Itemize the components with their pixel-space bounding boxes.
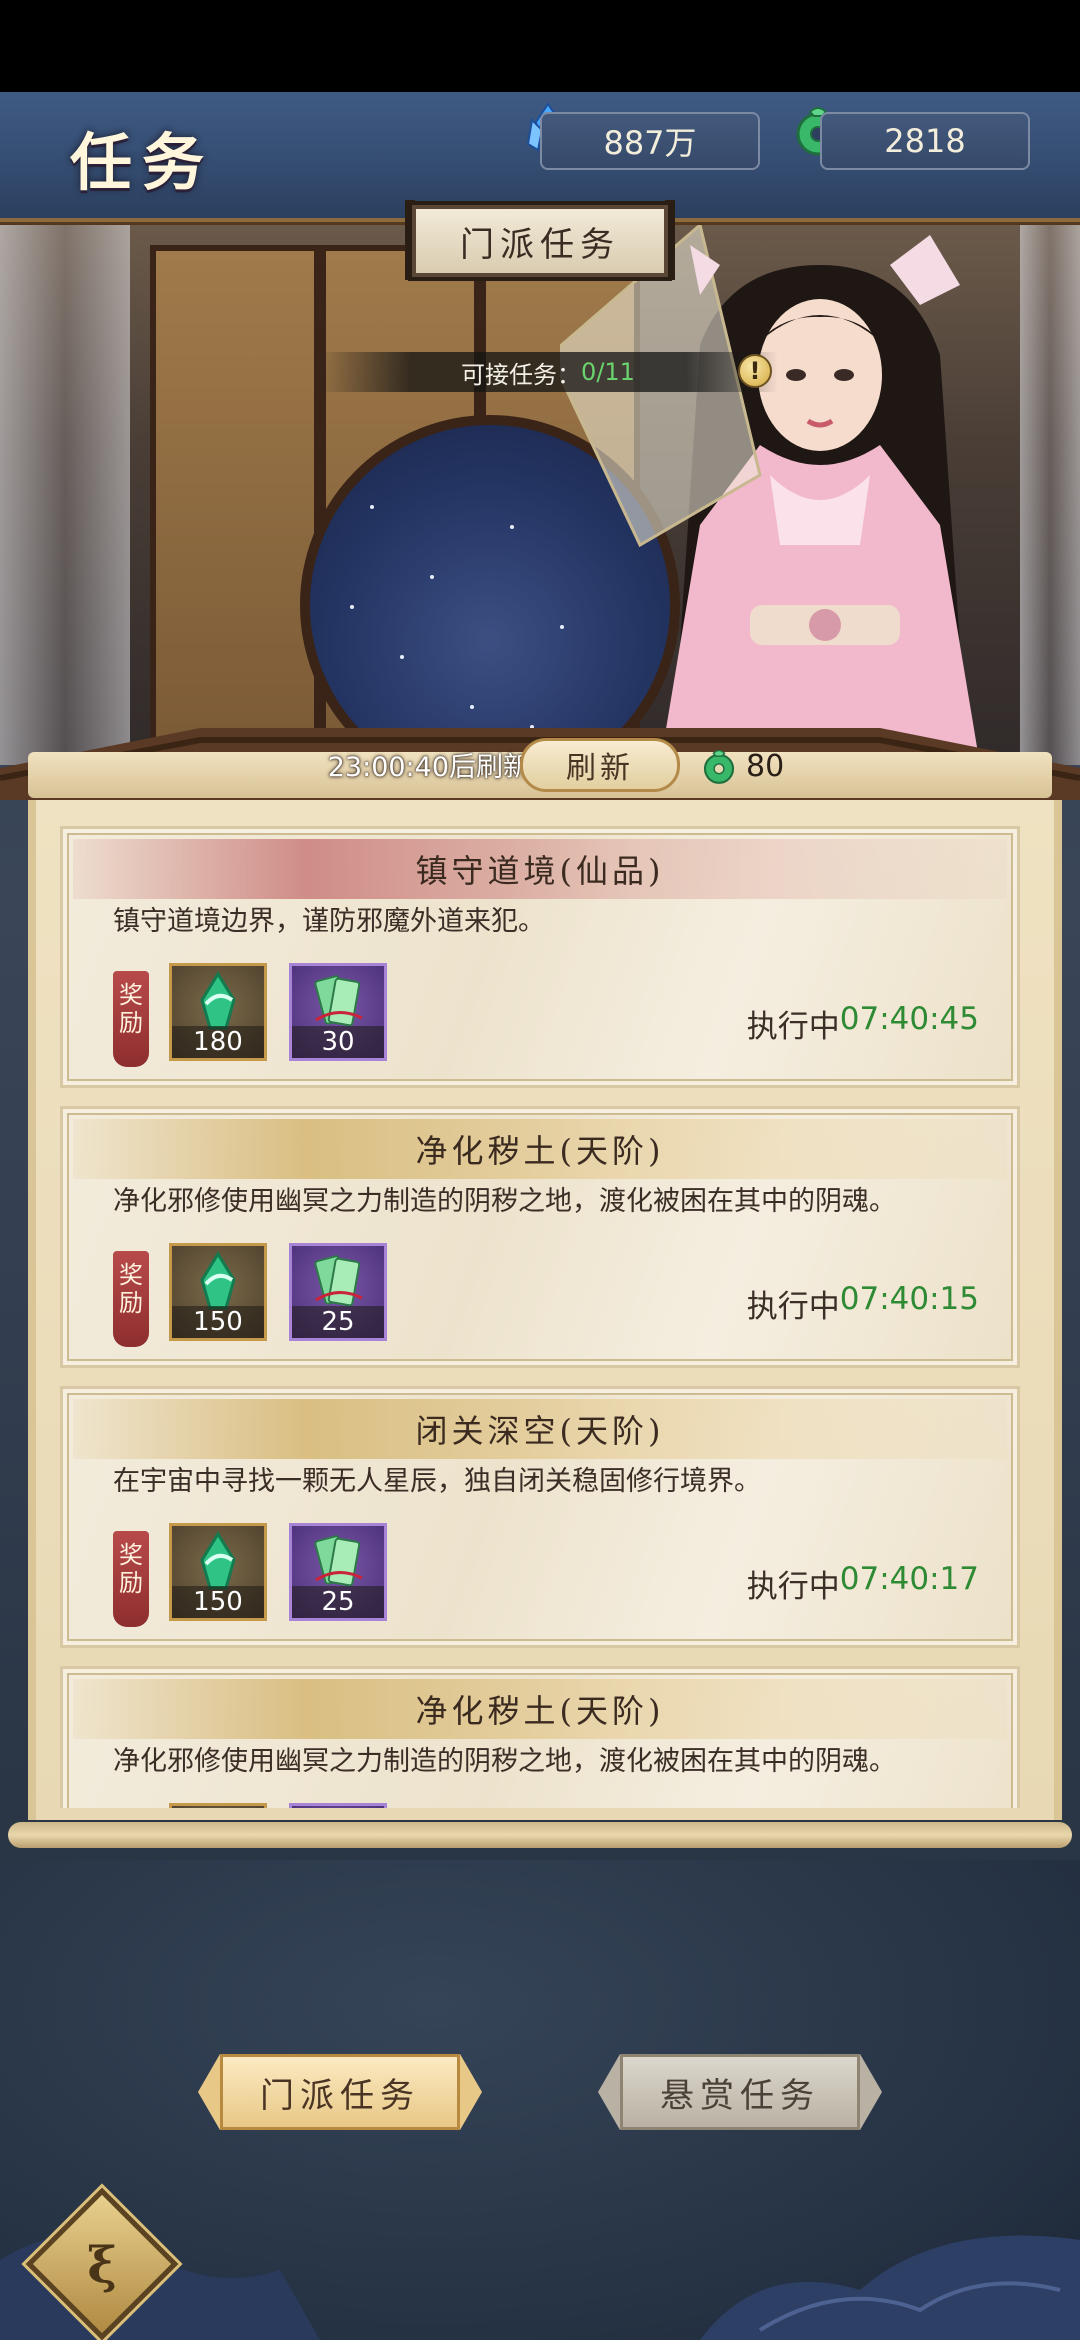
- refresh-cost: 80: [746, 748, 785, 784]
- folding-screen-panel: [150, 245, 320, 765]
- refresh-countdown-text: 23:00:40后刷新: [327, 751, 530, 783]
- info-icon[interactable]: !: [738, 354, 772, 388]
- jade-amount: 2818: [884, 122, 966, 160]
- purple-talisman-icon: [314, 1255, 363, 1307]
- task-status: 执行中 07:40:45: [747, 1001, 979, 1046]
- tab-bounty-tasks[interactable]: 悬赏任务: [598, 2054, 882, 2130]
- gem-amount: 887万: [603, 124, 697, 162]
- reward-item[interactable]: 30: [289, 963, 387, 1061]
- task-timer: 07:40:45: [839, 1001, 979, 1037]
- green-spirit-stone-icon: [200, 971, 236, 1030]
- task-card[interactable]: 镇守道境(仙品) 镇守道境边界，谨防邪魔外道来犯。 奖励 180 30 执行中 …: [60, 826, 1020, 1088]
- sect-task-sign: 门派任务: [412, 205, 668, 277]
- task-timer: 07:40:17: [839, 1561, 979, 1597]
- purple-talisman-icon: [314, 1535, 363, 1587]
- refresh-button[interactable]: 刷新: [520, 738, 680, 792]
- jade-coin-icon: [703, 749, 735, 784]
- status-bar: [0, 0, 1080, 92]
- green-spirit-stone-icon: [200, 1531, 236, 1590]
- task-timer: 07:40:15: [839, 1281, 979, 1317]
- task-title: 净化秽土(天阶): [73, 1679, 1007, 1739]
- curtain-right: [1020, 225, 1080, 765]
- reward-item[interactable]: [289, 1803, 387, 1808]
- reward-quantity: 150: [172, 1586, 264, 1618]
- task-description: 净化邪修使用幽冥之力制造的阴秽之地，渡化被困在其中的阴魂。: [113, 1746, 896, 1777]
- task-status-label: 执行中: [746, 1569, 840, 1605]
- curtain-left: [0, 225, 130, 765]
- task-card[interactable]: 净化秽土(天阶) 净化邪修使用幽冥之力制造的阴秽之地，渡化被困在其中的阴魂。 奖…: [60, 1106, 1020, 1368]
- reward-item[interactable]: 150: [169, 1523, 267, 1621]
- task-status: 执行中 07:40:15: [747, 1281, 979, 1326]
- reward-tag: 奖励: [113, 971, 149, 1067]
- task-title: 镇守道境(仙品): [73, 839, 1007, 899]
- reward-item[interactable]: 25: [289, 1243, 387, 1341]
- header: 任务 887万 2818: [0, 92, 1080, 232]
- page-title: 任务: [70, 126, 215, 199]
- character-illustration: [560, 225, 980, 765]
- jade-currency-display[interactable]: 2818: [820, 112, 1030, 170]
- task-description: 在宇宙中寻找一颗无人星辰，独自闭关稳固修行境界。: [113, 1466, 761, 1497]
- reward-quantity: 25: [292, 1586, 384, 1618]
- scroll-bottom-rod: [8, 1822, 1072, 1848]
- task-description: 净化邪修使用幽冥之力制造的阴秽之地，渡化被困在其中的阴魂。: [113, 1186, 896, 1217]
- tab-bounty-tasks-label: 悬赏任务: [660, 2075, 820, 2116]
- reward-quantity: 150: [172, 1306, 264, 1338]
- gem-currency-display[interactable]: 887万: [540, 112, 760, 170]
- reward-tag: 奖励: [113, 1531, 149, 1627]
- reward-quantity: 30: [292, 1026, 384, 1058]
- task-title: 闭关深空(天阶): [73, 1399, 1007, 1459]
- task-status-label: 执行中: [746, 1289, 840, 1325]
- sect-banner: [0, 225, 1080, 765]
- back-arrow-icon: ξ: [87, 2234, 117, 2294]
- task-description: 镇守道境边界，谨防邪魔外道来犯。: [113, 906, 545, 937]
- green-spirit-stone-icon: [200, 1251, 236, 1310]
- reward-item[interactable]: 25: [289, 1523, 387, 1621]
- purple-talisman-icon: [314, 975, 363, 1027]
- refresh-countdown: 23:00:40后刷新: [300, 742, 530, 786]
- acceptable-tasks-count: 0/11: [581, 358, 635, 386]
- task-status: 执行中 07:40:17: [747, 1561, 979, 1606]
- reward-tag: 奖励: [113, 1251, 149, 1347]
- acceptable-tasks-label: 可接任务：: [461, 360, 582, 389]
- task-card[interactable]: 闭关深空(天阶) 在宇宙中寻找一颗无人星辰，独自闭关稳固修行境界。 奖励 150…: [60, 1386, 1020, 1648]
- reward-item[interactable]: 150: [169, 1243, 267, 1341]
- reward-quantity: 180: [172, 1026, 264, 1058]
- task-list[interactable]: 镇守道境(仙品) 镇守道境边界，谨防邪魔外道来犯。 奖励 180 30 执行中 …: [60, 826, 1020, 1808]
- reward-item[interactable]: [169, 1803, 267, 1808]
- acceptable-tasks-bar: 可接任务： 0/11: [318, 352, 778, 392]
- reward-quantity: 25: [292, 1306, 384, 1338]
- task-card[interactable]: 净化秽土(天阶) 净化邪修使用幽冥之力制造的阴秽之地，渡化被困在其中的阴魂。 奖…: [60, 1666, 1020, 1808]
- task-status-label: 执行中: [746, 1009, 840, 1045]
- tab-sect-tasks[interactable]: 门派任务: [198, 2054, 482, 2130]
- task-screen: 任务 887万 2818 门派任务 可接任务： 0/11 ! 23:00:40后…: [0, 0, 1080, 2340]
- reward-item[interactable]: 180: [169, 963, 267, 1061]
- task-title: 净化秽土(天阶): [73, 1119, 1007, 1179]
- tab-sect-tasks-label: 门派任务: [260, 2075, 420, 2116]
